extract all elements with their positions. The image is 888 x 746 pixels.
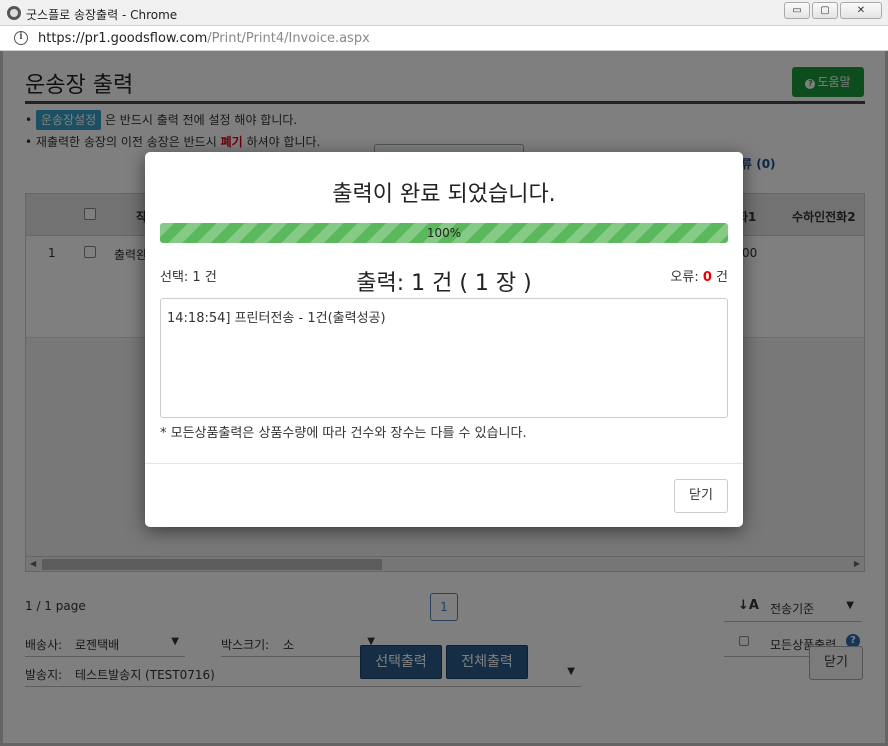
error-count: 오류: 0 건 (670, 270, 728, 285)
chrome-icon (7, 6, 21, 20)
print-count: 출력: 1 건 ( 1 장 ) (356, 271, 532, 296)
progress-text: 100% (426, 226, 462, 240)
maximize-button[interactable]: ▢ (812, 2, 838, 19)
url-text[interactable]: https://pr1.goodsflow.com/Print/Print4/I… (38, 31, 370, 46)
dialog-note: * 모든상품출력은 상품수량에 따라 건수와 장수는 다를 수 있습니다. (160, 426, 527, 441)
address-bar[interactable]: i https://pr1.goodsflow.com/Print/Print4… (0, 26, 888, 51)
window-title: 굿스플로 송장출력 - Chrome (26, 8, 178, 22)
minimize-button[interactable]: ▭ (784, 2, 810, 19)
window-titlebar: 굿스플로 송장출력 - Chrome ▭ ▢ ✕ (0, 0, 888, 26)
print-complete-dialog: 출력이 완료 되었습니다. 100% 선택: 1 건 출력: 1 건 ( 1 장… (145, 152, 743, 527)
info-icon[interactable]: i (14, 31, 28, 45)
dialog-divider (145, 463, 743, 464)
close-window-button[interactable]: ✕ (840, 2, 882, 19)
dialog-close-button[interactable]: 닫기 (674, 479, 728, 513)
dialog-title: 출력이 완료 되었습니다. (332, 182, 556, 207)
log-line: 14:18:54] 프린터전송 - 1건(출력성공) (167, 311, 386, 326)
progress-bar: 100% (160, 223, 728, 243)
print-log[interactable]: 14:18:54] 프린터전송 - 1건(출력성공) (160, 298, 728, 418)
